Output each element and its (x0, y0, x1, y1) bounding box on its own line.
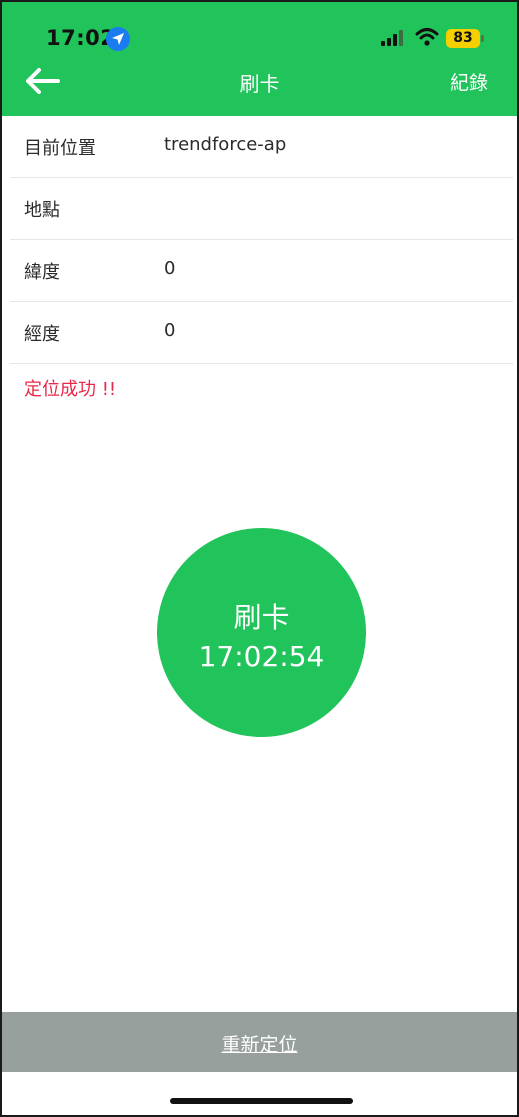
battery-tip (481, 35, 484, 42)
info-value: 0 (164, 320, 176, 341)
info-row-current-location: 目前位置 trendforce-ap (10, 116, 513, 178)
info-label: 經度 (24, 324, 60, 345)
info-value: trendforce-ap (164, 134, 287, 155)
info-row-latitude: 緯度 0 (10, 240, 513, 302)
info-row-longitude: 經度 0 (10, 302, 513, 364)
wifi-icon (415, 27, 439, 51)
battery-icon: 83 (446, 29, 480, 48)
header-bar: 17:02 83 刷卡 紀錄 (2, 2, 517, 116)
relocate-button[interactable]: 重新定位 (2, 1012, 517, 1072)
battery-level: 83 (453, 30, 473, 46)
location-arrow-icon (106, 27, 130, 51)
info-row-place: 地點 (10, 178, 513, 240)
status-bar: 17:02 83 (2, 2, 517, 62)
location-status-message: 定位成功 !! (24, 379, 117, 400)
punch-button[interactable]: 刷卡 17:02:54 (157, 528, 366, 737)
page-title: 刷卡 (239, 72, 280, 96)
info-label: 目前位置 (24, 138, 96, 159)
relocate-label: 重新定位 (221, 1034, 298, 1056)
app-screen: 17:02 83 刷卡 紀錄 目前位置 trendforce-ap 地點 緯度 … (0, 0, 519, 1117)
info-label: 地點 (24, 200, 60, 221)
records-button[interactable]: 紀錄 (450, 68, 488, 95)
cellular-signal-icon (381, 30, 405, 46)
punch-button-label: 刷卡 (233, 601, 290, 634)
home-indicator[interactable] (170, 1098, 353, 1104)
info-value: 0 (164, 258, 176, 279)
status-time: 17:02 (46, 26, 116, 50)
info-label: 緯度 (24, 262, 60, 283)
punch-button-time: 17:02:54 (198, 640, 325, 673)
